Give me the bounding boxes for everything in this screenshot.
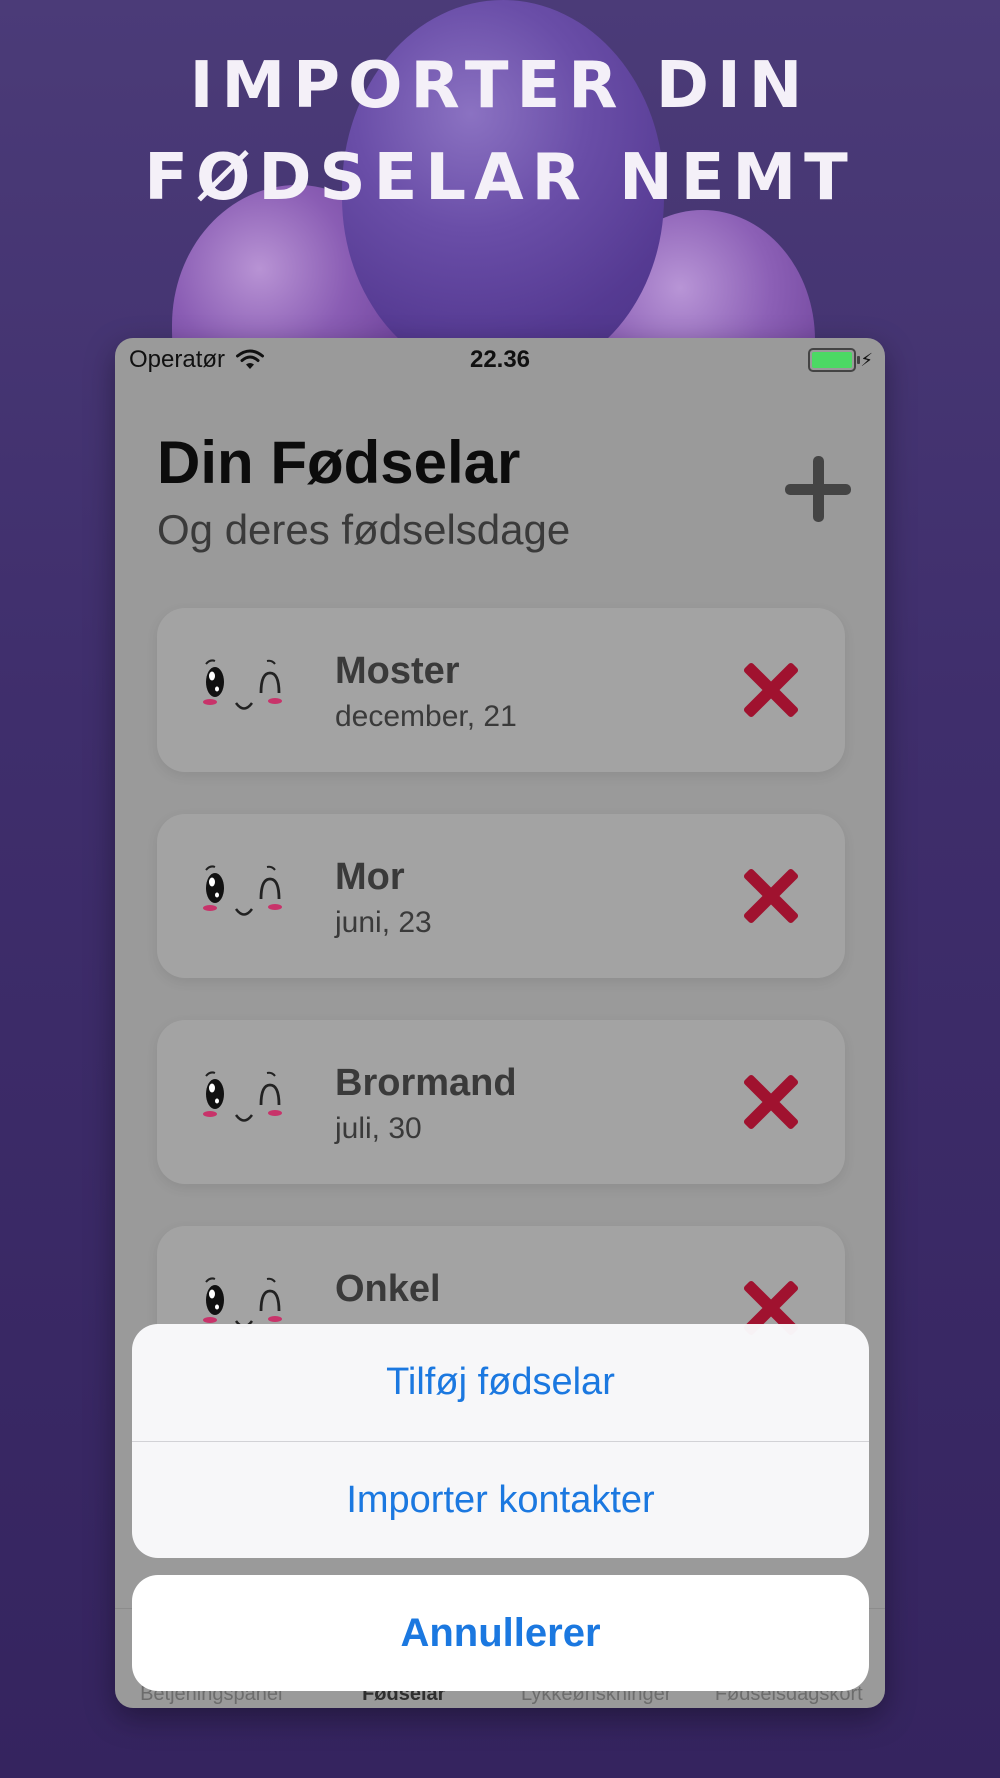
contact-birthday: juni, 23 [335,906,432,939]
contact-name: Mor [335,856,405,898]
headline-line-1: IMPORTER DIN [189,49,811,123]
contact-card[interactable]: Mor juni, 23 [157,814,845,978]
status-bar: Operatør 22.36 ⚡ [115,338,885,382]
contact-card[interactable]: Brormand juli, 30 [157,1020,845,1184]
delete-contact-button[interactable] [741,660,801,720]
carrier-label: Operatør [129,346,226,373]
contact-name: Brormand [335,1062,517,1104]
page-title: Din Fødselar [157,429,521,496]
action-sheet: Tilføj fødselar Importer kontakter Annul… [132,1324,869,1691]
delete-contact-button[interactable] [741,866,801,926]
import-contacts-option[interactable]: Importer kontakter [132,1441,869,1558]
kawaii-face-icon [203,1071,282,1122]
battery-indicator: ⚡ [808,348,873,372]
page-subtitle: Og deres fødselsdage [157,506,571,553]
delete-contact-button[interactable] [741,1072,801,1132]
add-birthday-person-option[interactable]: Tilføj fødselar [132,1324,869,1441]
action-sheet-options: Tilføj fødselar Importer kontakter [132,1324,869,1558]
contact-name: Moster [335,650,460,692]
kawaii-face-icon [203,865,282,916]
cancel-button[interactable]: Annullerer [132,1575,869,1691]
contact-birthday: juli, 30 [335,1112,422,1145]
wifi-icon [236,349,265,369]
charging-bolt-icon: ⚡ [860,349,873,370]
add-birthday-button[interactable] [785,456,851,522]
carrier-info: Operatør [129,346,265,374]
battery-icon [808,348,861,372]
promo-headline: IMPORTER DIN FØDSELAR NEMT [0,40,1000,224]
contact-birthday: december, 21 [335,700,517,733]
headline-line-2: FØDSELAR NEMT [144,141,856,215]
contact-card[interactable]: Moster december, 21 [157,608,845,772]
kawaii-face-icon [203,659,282,710]
contact-name: Onkel [335,1268,441,1310]
